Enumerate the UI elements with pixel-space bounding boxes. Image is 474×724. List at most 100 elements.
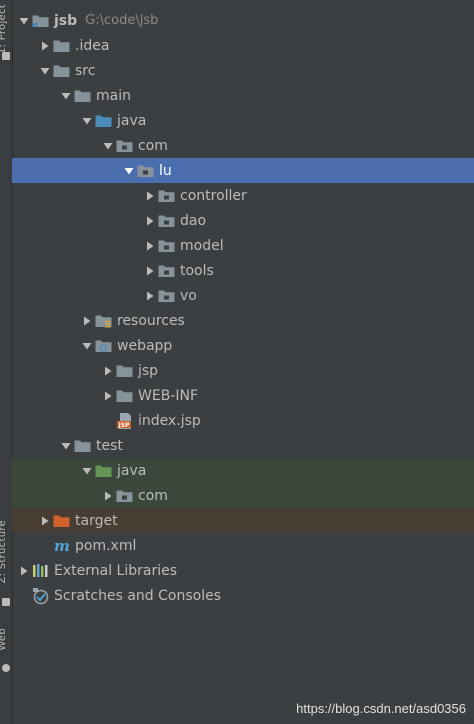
tree-row[interactable]: dao xyxy=(12,208,474,233)
tree-row-label: target xyxy=(75,512,118,529)
expand-arrow-right-icon[interactable] xyxy=(142,283,158,308)
expand-arrow-right-icon[interactable] xyxy=(37,33,53,58)
tree-row-label: test xyxy=(96,437,123,454)
tree-row[interactable]: java xyxy=(12,108,474,133)
tree-row[interactable]: main xyxy=(12,83,474,108)
jsp-file-icon: JSP xyxy=(116,408,136,433)
libraries-icon xyxy=(32,558,52,583)
expand-arrow-down-icon[interactable] xyxy=(58,433,74,458)
excluded-folder-icon xyxy=(53,508,73,533)
expand-arrow-down-icon[interactable] xyxy=(58,83,74,108)
tree-row-label: dao xyxy=(180,212,207,229)
expand-arrow-right-icon[interactable] xyxy=(142,183,158,208)
tree-row[interactable]: src xyxy=(12,58,474,83)
expand-arrow-right-icon[interactable] xyxy=(142,233,158,258)
tree-row[interactable]: com xyxy=(12,483,474,508)
tree-row[interactable]: WEB-INF xyxy=(12,383,474,408)
tree-row[interactable]: JSP index.jsp xyxy=(12,408,474,433)
package-icon xyxy=(158,208,178,233)
tree-row[interactable]: target xyxy=(12,508,474,533)
web-folder-icon xyxy=(95,333,115,358)
expand-arrow-right-icon[interactable] xyxy=(100,483,116,508)
expand-arrow-down-icon[interactable] xyxy=(37,58,53,83)
expand-arrow-right-icon[interactable] xyxy=(142,208,158,233)
project-path-hint: G:\code\jsb xyxy=(85,13,159,28)
web-tab-icon[interactable] xyxy=(2,664,10,672)
tree-row-label: resources xyxy=(117,312,185,329)
tree-row[interactable]: tools xyxy=(12,258,474,283)
expand-arrow-right-icon[interactable] xyxy=(100,358,116,383)
tree-row[interactable]: Scratches and Consoles xyxy=(12,583,474,608)
folder-icon xyxy=(74,83,94,108)
tree-row[interactable]: resources xyxy=(12,308,474,333)
project-tool-tab[interactable]: 1: Project xyxy=(0,4,8,54)
tree-row[interactable]: webapp xyxy=(12,333,474,358)
tree-row[interactable]: test xyxy=(12,433,474,458)
folder-icon xyxy=(53,58,73,83)
package-icon xyxy=(137,158,157,183)
svg-text:JSP: JSP xyxy=(118,422,131,429)
expand-arrow-down-icon[interactable] xyxy=(79,333,95,358)
tree-row-label: main xyxy=(96,87,131,104)
expand-arrow-right-icon[interactable] xyxy=(100,383,116,408)
tree-row-label: model xyxy=(180,237,224,254)
package-icon xyxy=(116,133,136,158)
project-tool-window: 1: Project Z: Structure Web jsb G:\code\j… xyxy=(0,0,474,724)
expand-arrow-down-icon[interactable] xyxy=(79,458,95,483)
expand-arrow-right-icon[interactable] xyxy=(79,308,95,333)
scratches-icon xyxy=(32,583,52,608)
svg-text:m: m xyxy=(54,538,70,554)
expand-arrow-right-icon[interactable] xyxy=(16,558,32,583)
test-source-folder-icon xyxy=(95,458,115,483)
expand-arrow-down-icon[interactable] xyxy=(79,108,95,133)
package-icon xyxy=(158,283,178,308)
tree-row[interactable]: vo xyxy=(12,283,474,308)
package-icon xyxy=(158,233,178,258)
expand-arrow-down-icon[interactable] xyxy=(16,8,32,33)
watermark: https://blog.csdn.net/asd0356 xyxy=(296,701,466,716)
tree-row-label: WEB-INF xyxy=(138,387,198,404)
maven-file-icon: m xyxy=(53,533,73,558)
expand-arrow-right-icon[interactable] xyxy=(37,508,53,533)
structure-tool-tab[interactable]: Z: Structure xyxy=(0,520,8,584)
tree-row-label: com xyxy=(138,137,168,154)
tree-row[interactable]: model xyxy=(12,233,474,258)
tree-row-label: Scratches and Consoles xyxy=(54,587,221,604)
tree-row-label: webapp xyxy=(117,337,173,354)
tree-row-label: .idea xyxy=(75,37,110,54)
source-root-folder-icon xyxy=(95,108,115,133)
expand-arrow-down-icon[interactable] xyxy=(100,133,116,158)
resources-folder-icon xyxy=(95,308,115,333)
tree-row-label: src xyxy=(75,62,96,79)
tree-row-label: java xyxy=(117,462,147,479)
tree-row-label: pom.xml xyxy=(75,537,137,554)
tree-row-label: External Libraries xyxy=(54,562,177,579)
structure-tab-icon[interactable] xyxy=(2,598,10,606)
folder-icon xyxy=(74,433,94,458)
expand-arrow-right-icon[interactable] xyxy=(142,258,158,283)
tree-row[interactable]: java xyxy=(12,458,474,483)
tree-row[interactable]: m pom.xml xyxy=(12,533,474,558)
tree-row[interactable]: External Libraries xyxy=(12,558,474,583)
module-folder-icon xyxy=(32,8,52,33)
web-tool-tab[interactable]: Web xyxy=(0,628,8,651)
tree-row-label: java xyxy=(117,112,147,129)
tree-row[interactable]: controller xyxy=(12,183,474,208)
tree-row[interactable]: lu xyxy=(12,158,474,183)
tree-row-label: controller xyxy=(180,187,247,204)
tree-row-label: jsp xyxy=(138,362,159,379)
tree-row-label: index.jsp xyxy=(138,412,201,429)
tree-row[interactable]: com xyxy=(12,133,474,158)
tree-row[interactable]: jsp xyxy=(12,358,474,383)
tree-row-label: com xyxy=(138,487,168,504)
package-icon xyxy=(116,483,136,508)
package-icon xyxy=(158,258,178,283)
project-tab-icon[interactable] xyxy=(2,52,10,60)
tree-row-label: jsb xyxy=(54,12,78,29)
folder-icon xyxy=(53,33,73,58)
tree-row[interactable]: .idea xyxy=(12,33,474,58)
tree-row-label: tools xyxy=(180,262,214,279)
expand-arrow-down-icon[interactable] xyxy=(121,158,137,183)
tree-row[interactable]: jsb G:\code\jsb xyxy=(12,8,474,33)
package-icon xyxy=(158,183,178,208)
